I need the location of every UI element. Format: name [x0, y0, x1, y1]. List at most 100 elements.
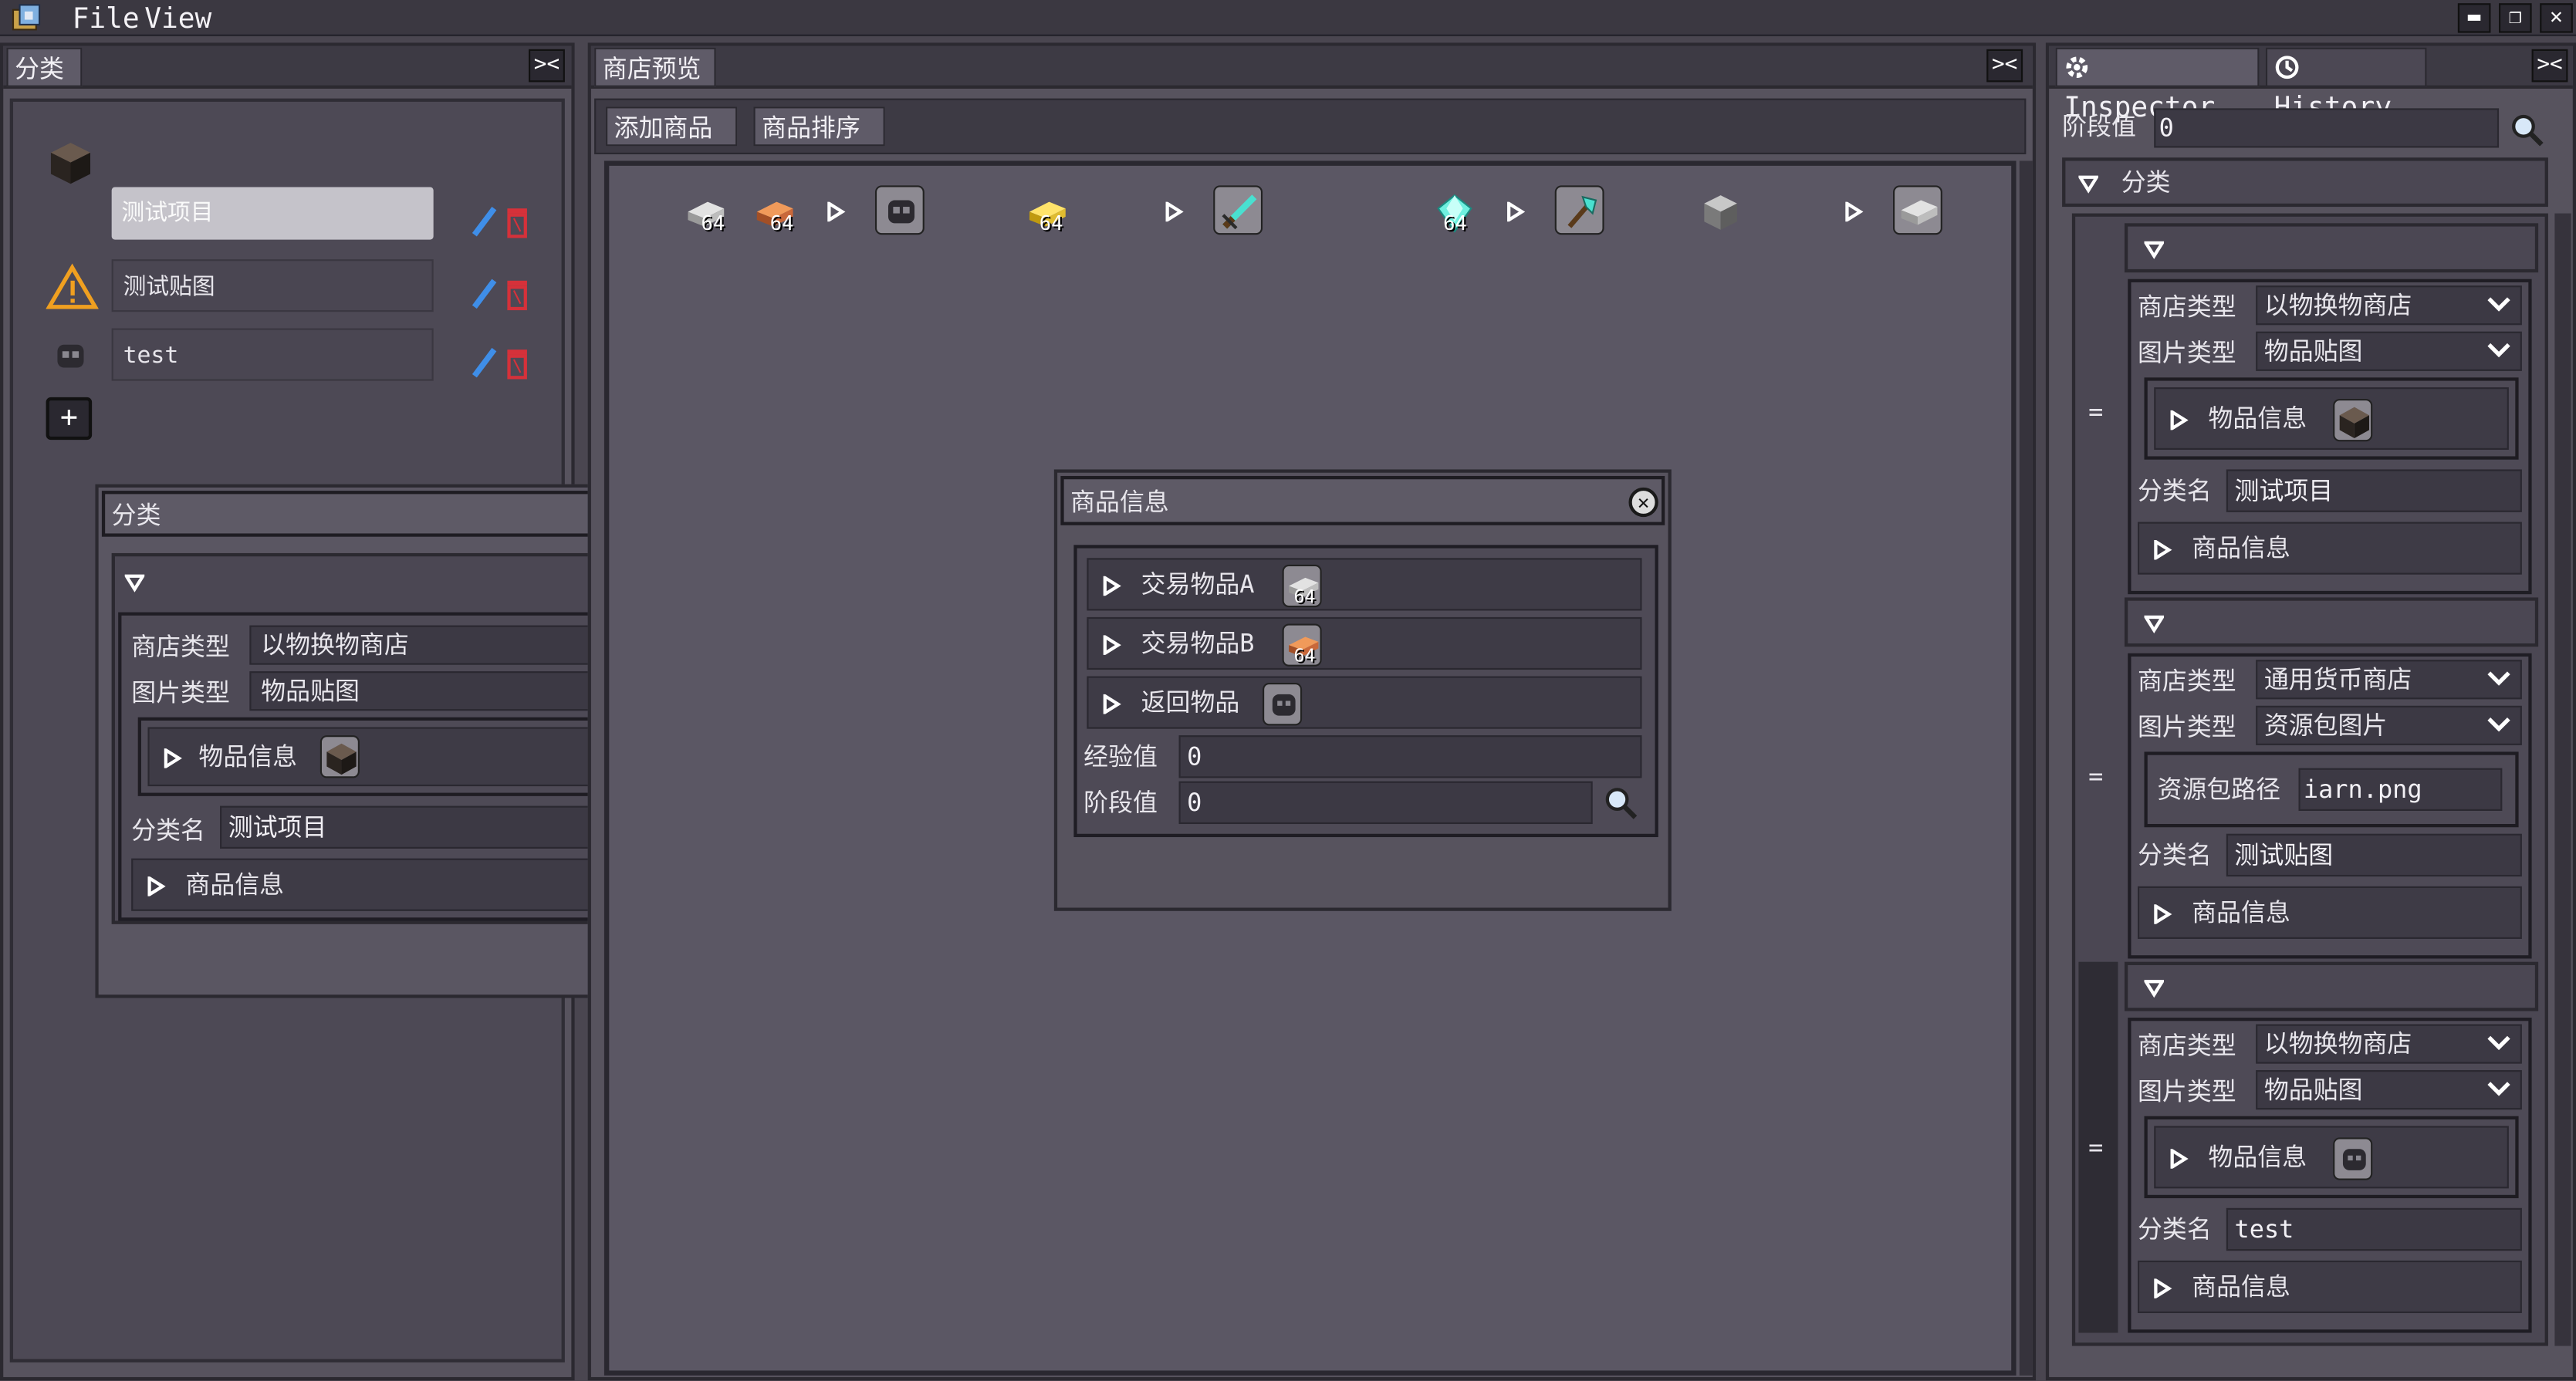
shop-type-value: 以物换物商店: [2263, 290, 2412, 320]
collapse-arrow-icon[interactable]: [124, 572, 145, 593]
item-slot[interactable]: [319, 735, 360, 778]
delete-trash-icon[interactable]: [505, 345, 529, 381]
stack-count: 64: [701, 211, 725, 235]
diamond-sword-icon: [1222, 194, 1257, 230]
category-name-label: 分类名: [131, 815, 205, 846]
shop-type-label: 商店类型: [2138, 666, 2236, 697]
sort-goods-button[interactable]: 商品排序: [753, 106, 885, 147]
group-body-3: 商店类型 以物换物商店 图片类型 物品贴图 物品信息 分类名 test 商品信息: [2128, 1018, 2532, 1333]
category-name-input[interactable]: 测试项目: [2226, 469, 2522, 512]
close-window-button[interactable]: ✕: [2540, 3, 2573, 33]
group-header-1[interactable]: [2124, 223, 2539, 273]
delete-trash-icon[interactable]: [505, 204, 529, 240]
item-slot[interactable]: [2333, 398, 2373, 442]
inspector-stage-value: 0: [2158, 113, 2174, 144]
maximize-button[interactable]: ❐: [2499, 3, 2532, 33]
edit-pencil-icon[interactable]: [469, 204, 499, 240]
trade-item-a-row[interactable]: 交易物品A 64: [1087, 558, 1642, 611]
shop-type-select[interactable]: 通用货币商店: [2256, 660, 2522, 700]
image-type-select[interactable]: 物品贴图: [2256, 1070, 2522, 1110]
result-slot[interactable]: [1893, 185, 1942, 235]
tab-category[interactable]: 分类: [6, 47, 83, 87]
diamond-axe-icon: [1567, 195, 1597, 228]
goods-info-label: 商品信息: [185, 869, 285, 900]
category-name-input[interactable]: test: [2226, 1207, 2522, 1251]
result-slot[interactable]: [1213, 185, 1263, 235]
trade-arrow-icon: [827, 201, 846, 222]
goods-info-row[interactable]: 商品信息: [2138, 1260, 2522, 1313]
image-type-value: 物品贴图: [261, 676, 360, 706]
image-type-value: 资源包图片: [2263, 711, 2388, 741]
inspector-category-header[interactable]: 分类: [2062, 157, 2548, 208]
resource-path-input[interactable]: iarn.png: [2298, 768, 2503, 811]
tab-history[interactable]: History: [2265, 47, 2427, 125]
image-type-label: 图片类型: [131, 677, 230, 707]
category-name-input[interactable]: 测试贴图: [2226, 833, 2522, 877]
category-tabbar: 分类 ><: [3, 46, 572, 89]
category-name-label: 分类名: [2138, 1214, 2212, 1244]
drag-handle[interactable]: =: [2088, 400, 2103, 425]
stage-input[interactable]: 0: [1178, 781, 1593, 825]
preview-scrollbar[interactable]: [2019, 160, 2033, 1376]
minimize-button[interactable]: ▬: [2457, 3, 2491, 33]
add-category-button[interactable]: +: [46, 397, 93, 441]
collapse-icon[interactable]: ><: [2531, 49, 2568, 83]
result-slot[interactable]: [874, 185, 925, 235]
edit-pencil-icon[interactable]: [469, 275, 499, 312]
group-header-3[interactable]: [2124, 961, 2539, 1011]
category-item-1[interactable]: 测试项目: [111, 187, 434, 240]
category-item-3[interactable]: test: [111, 328, 434, 381]
app-logo-icon: [12, 4, 41, 31]
shop-type-select[interactable]: 以物换物商店: [2256, 285, 2522, 326]
inspector-stage-label: 阶段值: [2062, 111, 2136, 141]
category-name-label: 分类名: [2138, 475, 2212, 506]
inspector-scrollbar[interactable]: [2554, 213, 2571, 1346]
goods-info-row[interactable]: 商品信息: [2138, 886, 2522, 939]
close-icon[interactable]: ✕: [1628, 487, 1658, 518]
file-menu[interactable]: File: [73, 3, 140, 36]
view-menu[interactable]: View: [144, 3, 211, 36]
chevron-down-icon: [2487, 1035, 2510, 1051]
trade-item-b-row[interactable]: 交易物品B 64: [1087, 616, 1642, 670]
inspector-stage-input[interactable]: 0: [2154, 108, 2500, 148]
drag-handle[interactable]: =: [2088, 764, 2103, 789]
image-type-label: 图片类型: [2138, 1076, 2236, 1106]
skull-icon: [57, 344, 84, 368]
search-icon[interactable]: [1602, 785, 1638, 821]
category-item-2[interactable]: 测试贴图: [111, 259, 434, 312]
goods-info-row[interactable]: 商品信息: [2138, 522, 2522, 575]
shop-type-label: 商店类型: [131, 632, 230, 662]
item-info-row[interactable]: 物品信息: [2154, 1126, 2509, 1189]
menu-bar: File View ▬ ❐ ✕: [0, 0, 2576, 36]
collapse-icon[interactable]: ><: [529, 49, 565, 83]
image-type-select[interactable]: 资源包图片: [2256, 705, 2522, 745]
drag-handle[interactable]: =: [2088, 1135, 2103, 1160]
inspector-category-label: 分类: [2121, 167, 2171, 198]
image-type-value: 物品贴图: [2263, 1075, 2363, 1105]
exp-value: 0: [1187, 741, 1202, 772]
collapse-icon[interactable]: ><: [1986, 49, 2023, 83]
iron-block-icon: [1704, 195, 1737, 230]
expand-arrow-icon: [2170, 410, 2189, 431]
tab-inspector[interactable]: Inspector: [2055, 47, 2260, 125]
edit-pencil-icon[interactable]: [469, 345, 499, 381]
image-type-select[interactable]: 物品贴图: [2256, 331, 2522, 371]
search-icon[interactable]: [2509, 112, 2545, 148]
group-header-2[interactable]: [2124, 597, 2539, 647]
image-type-label: 图片类型: [2138, 712, 2236, 742]
category-name-value: 测试项目: [228, 812, 327, 842]
exp-input[interactable]: 0: [1178, 735, 1642, 778]
result-slot[interactable]: [1554, 185, 1604, 235]
item-info-box: 物品信息: [2144, 1116, 2519, 1199]
item-info-row[interactable]: 物品信息: [2154, 387, 2509, 450]
return-item-slot[interactable]: [1263, 683, 1303, 726]
trade-item-b-slot[interactable]: 64: [1282, 623, 1322, 667]
return-item-row[interactable]: 返回物品: [1087, 676, 1642, 729]
trade-item-a-slot[interactable]: 64: [1282, 564, 1322, 608]
item-slot[interactable]: [2333, 1137, 2373, 1180]
tab-shop-preview[interactable]: 商店预览: [594, 47, 716, 87]
goods-titlebar: 商品信息 ✕: [1060, 475, 1665, 525]
shop-type-select[interactable]: 以物换物商店: [2256, 1024, 2522, 1064]
delete-trash-icon[interactable]: [505, 275, 529, 312]
add-goods-button[interactable]: 添加商品: [606, 106, 738, 147]
